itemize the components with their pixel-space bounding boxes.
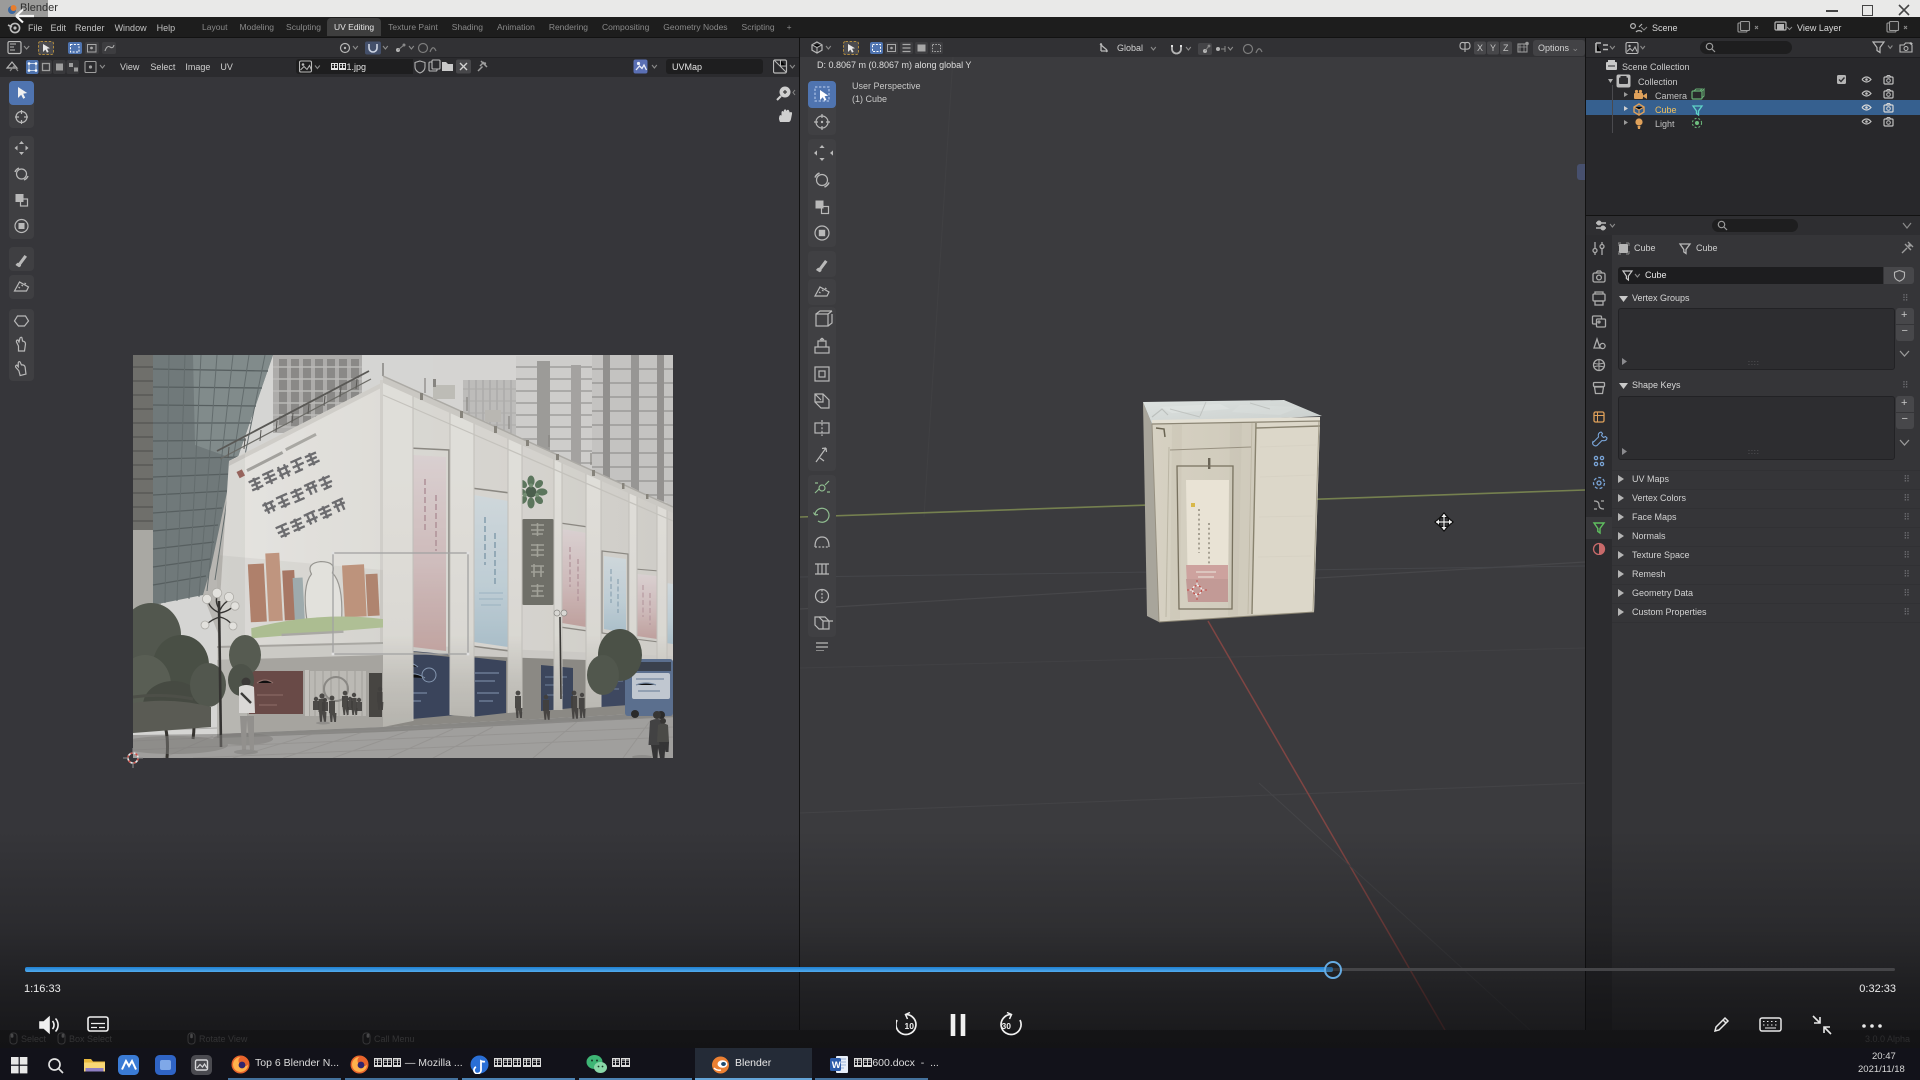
svg-text:10: 10 — [905, 1021, 915, 1031]
svg-text:X: X — [1477, 43, 1483, 53]
svg-text:W: W — [832, 1060, 841, 1071]
svg-text:Z: Z — [1503, 43, 1509, 53]
svg-text:30: 30 — [1002, 1021, 1012, 1031]
svg-text:Y: Y — [1490, 43, 1496, 53]
